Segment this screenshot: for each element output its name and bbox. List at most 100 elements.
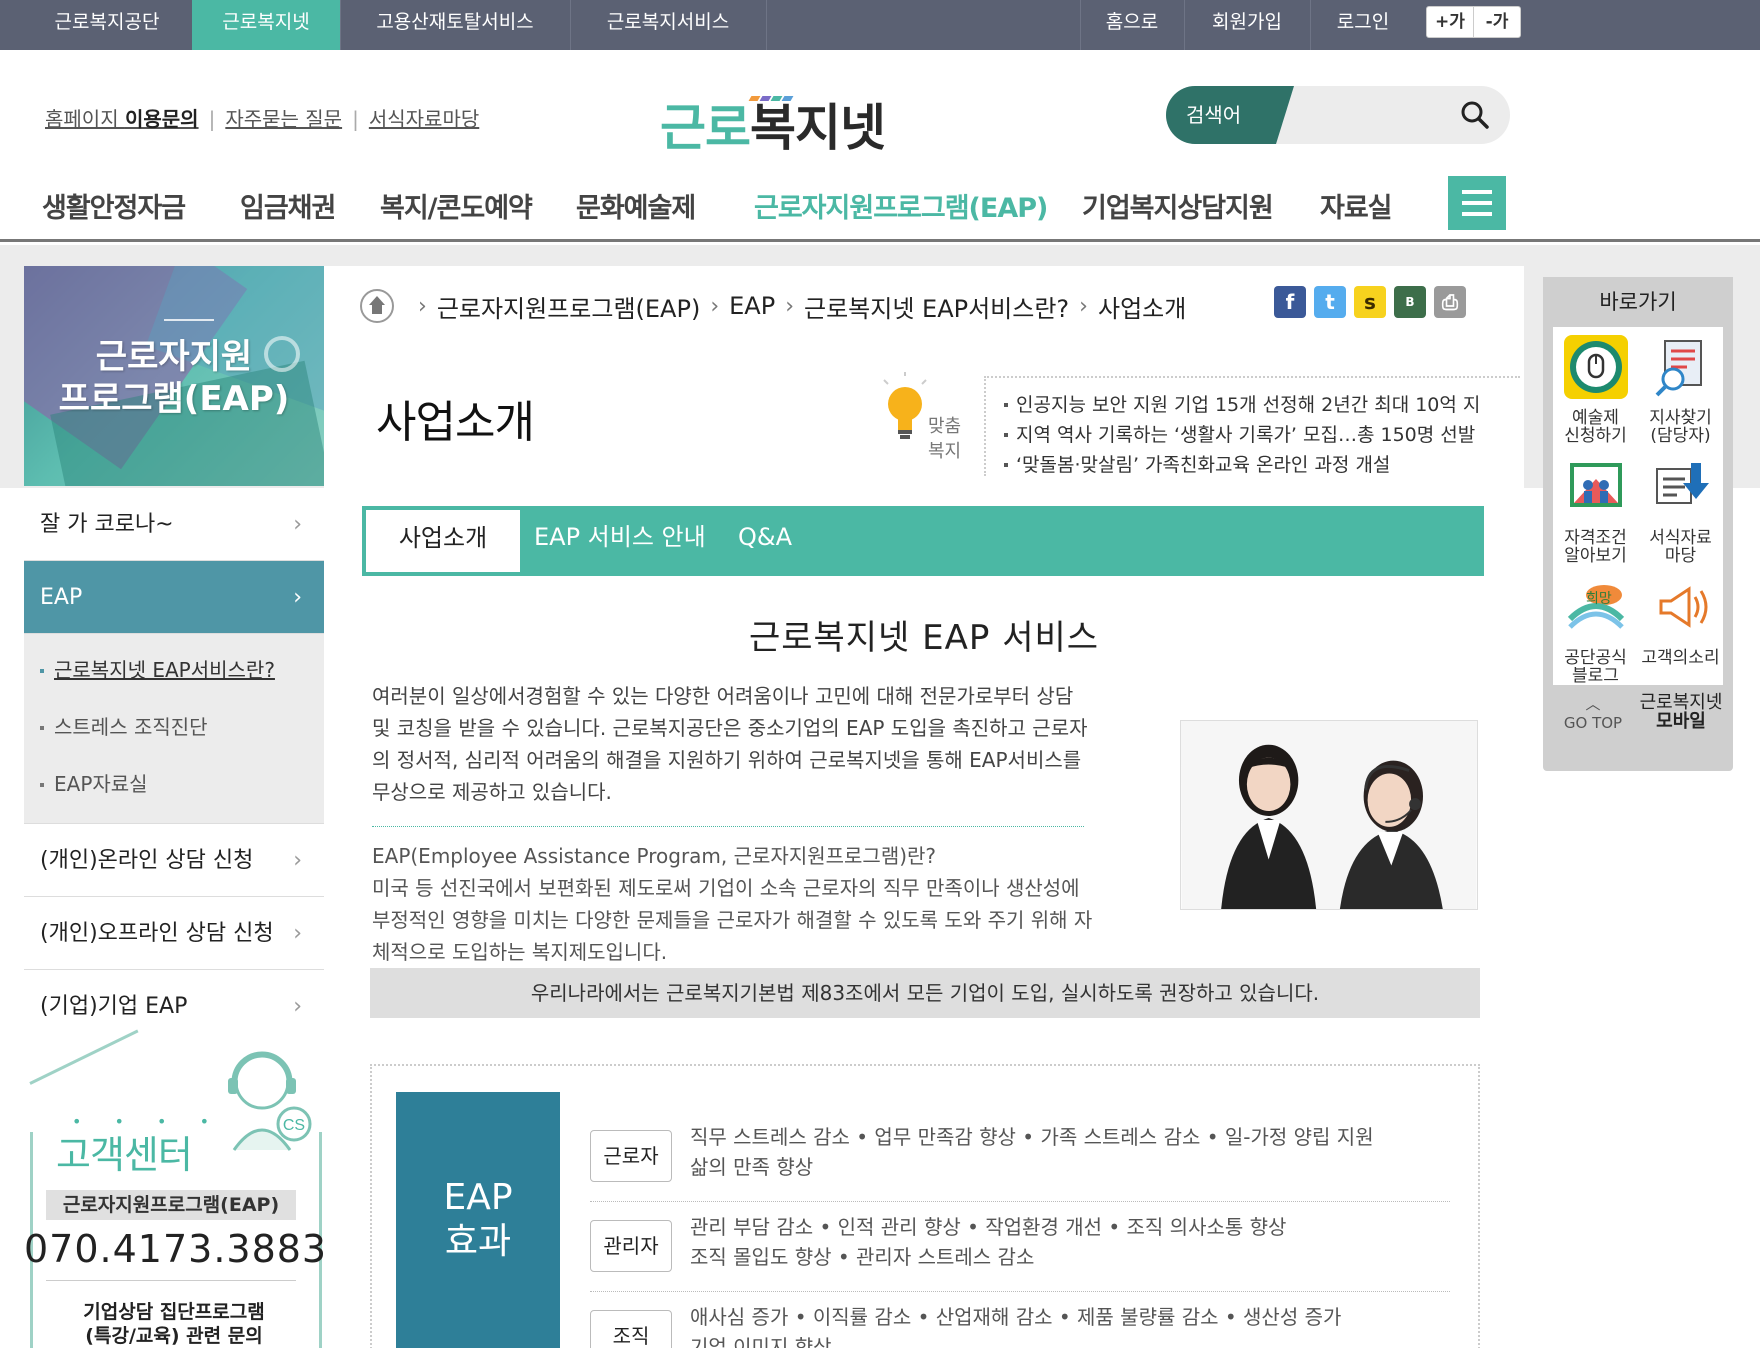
- quick-blog[interactable]: 희망 공단공식 블로그: [1553, 567, 1638, 685]
- chevron-right-icon: ›: [293, 512, 302, 537]
- go-top-button[interactable]: ︿ GO TOP: [1553, 693, 1633, 732]
- svg-text:CS: CS: [283, 1117, 305, 1134]
- chevron-right-icon: ›: [293, 921, 302, 946]
- effect-tag: 조직: [590, 1310, 672, 1348]
- counselors-photo: [1180, 720, 1478, 910]
- nav-art-festival[interactable]: 문화예술제: [576, 186, 696, 225]
- search-label: 검색어: [1166, 86, 1294, 144]
- side-submenu: 근로복지넷 EAP서비스란? 스트레스 조직진단 EAP자료실: [24, 634, 324, 824]
- tab-eap-service-guide[interactable]: EAP 서비스 안내: [534, 506, 706, 576]
- faq-link[interactable]: 자주묻는 질문: [225, 107, 342, 131]
- family-icon: [1569, 463, 1622, 507]
- customer-center-phone: 070.4173.3883: [24, 1227, 328, 1271]
- customer-center-title: 고객센터: [56, 1133, 193, 1177]
- forms-link[interactable]: 서식자료마당: [369, 107, 479, 131]
- sidebar-banner: 근로자지원 프로그램(EAP): [24, 266, 324, 486]
- all-menu-button[interactable]: [1448, 176, 1506, 230]
- quick-menu-title: 바로가기: [1543, 277, 1733, 327]
- eap-definition: EAP(Employee Assistance Program, 근로자지원프로…: [372, 844, 1093, 964]
- intro-text: 여러분이 일상에서경험할 수 있는 다양한 어려움이나 고민에 대해 전문가로부…: [372, 684, 1088, 804]
- inquiry-link[interactable]: 홈페이지 이용문의: [45, 107, 199, 131]
- breadcrumb-item[interactable]: 근로복지넷 EAP서비스란?: [804, 289, 1069, 324]
- effect-tag: 근로자: [590, 1130, 672, 1182]
- side-menu: 잘 가 코로나~ › EAP › 근로복지넷 EAP서비스란? 스트레스 조직진단 …: [24, 488, 324, 1043]
- side-menu-eap[interactable]: EAP ›: [24, 561, 324, 634]
- font-decrease-button[interactable]: -가: [1473, 7, 1520, 37]
- quick-forms[interactable]: 서식자료 마당: [1638, 447, 1723, 565]
- facebook-icon[interactable]: f: [1274, 286, 1306, 318]
- site-link-workdream[interactable]: 근로복지넷: [192, 0, 340, 50]
- side-menu-online-counsel[interactable]: (개인)온라인 상담 신청 ›: [24, 824, 324, 897]
- news-item[interactable]: 지역 역사 기록하는 ‘생활사 기록가’ 모집…총 150명 선발: [1004, 420, 1504, 450]
- effect-tag: 관리자: [590, 1220, 672, 1272]
- side-menu-corona[interactable]: 잘 가 코로나~ ›: [24, 488, 324, 561]
- chevron-up-icon: ︿: [1585, 695, 1601, 713]
- print-icon[interactable]: ⎙: [1434, 286, 1466, 318]
- tab-business-intro[interactable]: 사업소개: [366, 510, 520, 572]
- search-input[interactable]: [1300, 96, 1450, 134]
- content-tabs: 사업소개 EAP 서비스 안내 Q&A: [362, 506, 1484, 576]
- effect-row-organization: 조직 애사심 증가 • 이직률 감소 • 산업재해 감소 • 제품 불량률 감소…: [590, 1302, 1450, 1348]
- download-icon: [1655, 463, 1709, 504]
- font-increase-button[interactable]: +가: [1427, 7, 1473, 37]
- nav-wage-claim[interactable]: 임금채권: [240, 186, 336, 225]
- tab-qna[interactable]: Q&A: [738, 506, 792, 576]
- section-title: 근로복지넷 EAP 서비스: [748, 618, 1100, 658]
- nav-corporate-welfare[interactable]: 기업복지상담지원: [1082, 186, 1274, 225]
- effect-text: 애사심 증가 • 이직률 감소 • 산업재해 감소 • 제품 불량률 감소 • …: [690, 1305, 1342, 1348]
- home-icon[interactable]: [360, 289, 394, 323]
- nav-archive[interactable]: 자료실: [1320, 186, 1393, 225]
- blog-icon: 희망: [1567, 585, 1624, 629]
- top-site-bar: 근로복지공단 근로복지넷 고용산재토탈서비스 근로복지서비스 홈으로 회원가입 …: [0, 0, 1760, 50]
- eap-effect-label: EAP 효과: [396, 1092, 560, 1348]
- news-item[interactable]: ‘맞돌봄·맞살림’ 가족친화교육 온라인 과정 개설: [1004, 450, 1504, 480]
- customer-center-note: 기업상담 집단프로그램 (특강/교육) 관련 문의: [83, 1301, 265, 1347]
- nav-welfare-condo[interactable]: 복지/콘도예약: [380, 186, 533, 225]
- side-menu-offline-counsel[interactable]: (개인)오프라인 상담 신청 ›: [24, 897, 324, 970]
- quick-art-apply[interactable]: 예술제 신청하기: [1553, 327, 1638, 445]
- mobile-site-link[interactable]: 근로복지넷 모바일: [1639, 693, 1723, 731]
- map-search-icon: [1655, 340, 1702, 397]
- site-link-welfare-service[interactable]: 근로복지서비스: [570, 0, 766, 50]
- site-link-kcomwel[interactable]: 근로복지공단: [22, 0, 192, 50]
- customer-center-program: 근로자지원프로그램(EAP): [46, 1190, 296, 1220]
- nav-eap[interactable]: 근로자지원프로그램(EAP): [754, 186, 1048, 225]
- main-content: › 근로자지원프로그램(EAP) › EAP › 근로복지넷 EAP서비스란? …: [324, 266, 1524, 1348]
- news-item[interactable]: 인공지능 보안 지원 기업 15개 선정해 2년간 최대 10억 지: [1004, 390, 1504, 420]
- news-ticker: 인공지능 보안 지원 기업 15개 선정해 2년간 최대 10억 지 지역 역사…: [1004, 390, 1504, 480]
- utility-links: 홈페이지 이용문의 | 자주묻는 질문 | 서식자료마당: [45, 107, 480, 131]
- mouse-click-icon: [1563, 335, 1628, 399]
- effect-text: 관리 부담 감소 • 인적 관리 향상 • 작업환경 개선 • 조직 의사소통 …: [690, 1215, 1287, 1269]
- quick-branch-finder[interactable]: 지사찾기 (담당자): [1638, 327, 1723, 445]
- lightbulb-icon: [883, 372, 927, 439]
- page-title: 사업소개: [376, 397, 535, 448]
- side-submenu-eap-service[interactable]: 근로복지넷 EAP서비스란?: [24, 642, 324, 699]
- breadcrumb-item[interactable]: 근로자지원프로그램(EAP): [437, 289, 701, 324]
- search-icon[interactable]: [1460, 100, 1490, 130]
- side-submenu-stress-diagnosis[interactable]: 스트레스 조직진단: [24, 699, 324, 756]
- nav-living-fund[interactable]: 생활안정자금: [42, 186, 186, 225]
- customer-center: • • • • CS 고객센터 근로자지원프로그램(EAP) 070.4173.…: [24, 1022, 328, 1348]
- search-bar: 검색어: [1166, 86, 1510, 144]
- home-link[interactable]: 홈으로: [1080, 0, 1184, 50]
- band-icon[interactable]: B: [1394, 286, 1426, 318]
- effect-row-worker: 근로자 직무 스트레스 감소 • 업무 만족감 향상 • 가족 스트레스 감소 …: [590, 1122, 1450, 1212]
- chevron-right-icon: ›: [293, 585, 302, 610]
- side-submenu-eap-archive[interactable]: EAP자료실: [24, 756, 324, 813]
- quick-eligibility[interactable]: 자격조건 알아보기: [1553, 447, 1638, 565]
- effect-row-manager: 관리자 관리 부담 감소 • 인적 관리 향상 • 작업환경 개선 • 조직 의…: [590, 1212, 1450, 1302]
- quick-customer-voice[interactable]: 고객의소리: [1638, 567, 1723, 685]
- quick-menu: 바로가기 예술제 신청하기 지사찾기 (담당자) 자격조건 알아보기 서식자료 …: [1543, 277, 1733, 771]
- site-link-total-service[interactable]: 고용산재토탈서비스: [340, 0, 570, 50]
- breadcrumb: › 근로자지원프로그램(EAP) › EAP › 근로복지넷 EAP서비스란? …: [360, 288, 1186, 324]
- signup-link[interactable]: 회원가입: [1184, 0, 1310, 50]
- chevron-right-icon: ›: [293, 848, 302, 873]
- twitter-icon[interactable]: t: [1314, 286, 1346, 318]
- svg-text:희망: 희망: [1586, 591, 1612, 607]
- sidebar-banner-title: 근로자지원 프로그램(EAP): [58, 337, 290, 419]
- breadcrumb-item[interactable]: EAP: [729, 292, 775, 320]
- megaphone-icon: [1659, 586, 1707, 628]
- login-link[interactable]: 로그인: [1310, 0, 1416, 50]
- font-size-control: +가 -가: [1426, 6, 1521, 38]
- kakaostory-icon[interactable]: s: [1354, 286, 1386, 318]
